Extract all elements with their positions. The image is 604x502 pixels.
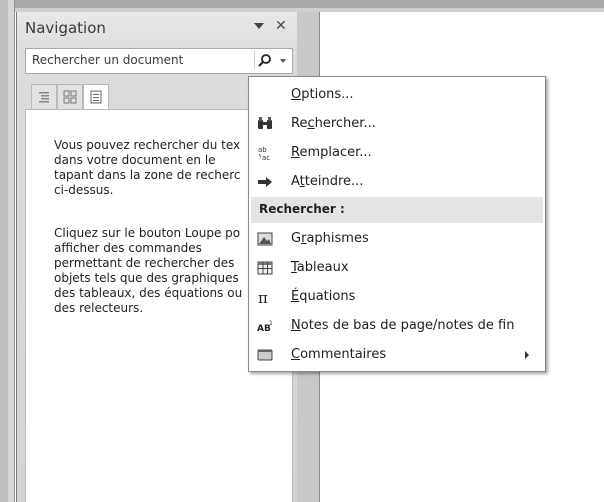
menu-item-tables[interactable]: Tableaux <box>249 254 545 282</box>
menu-item-equations[interactable]: π Équations <box>249 283 545 311</box>
menu-item-label: Remplacer... <box>291 145 372 160</box>
window: Navigation ✕ Rechercher un document Vous… <box>0 0 604 502</box>
replace-icon: ab ac <box>258 146 270 161</box>
results-icon <box>90 90 102 104</box>
binoculars-icon <box>258 117 272 129</box>
menu-item-label: Atteindre... <box>291 174 364 189</box>
tab-results[interactable] <box>83 84 109 111</box>
close-icon[interactable]: ✕ <box>275 19 287 33</box>
pages-icon <box>63 90 77 104</box>
pi-icon: π <box>258 289 268 305</box>
menu-item-replace[interactable]: ab ac Remplacer... <box>249 139 545 167</box>
svg-text:1: 1 <box>269 320 273 327</box>
nav-title: Navigation <box>25 19 106 37</box>
menu-item-options[interactable]: Options... <box>249 81 545 109</box>
submenu-arrow-icon <box>525 351 529 359</box>
chevron-down-icon <box>280 59 286 63</box>
svg-text:ab: ab <box>258 146 267 154</box>
menu-item-label: Commentaires <box>291 347 387 362</box>
search-input[interactable]: Rechercher un document <box>32 53 183 67</box>
nav-header: Navigation ✕ <box>17 12 297 42</box>
menu-item-label: Tableaux <box>291 260 349 275</box>
search-options-button[interactable] <box>276 51 290 70</box>
headings-icon <box>39 92 49 103</box>
menu-item-label: Équations <box>291 289 356 304</box>
search-button[interactable] <box>254 51 275 70</box>
menu-item-graphics[interactable]: Graphismes <box>249 225 545 253</box>
magnifier-icon <box>258 54 271 67</box>
goto-arrow-icon <box>258 177 272 187</box>
menu-item-label: Graphismes <box>291 231 369 246</box>
search-options-menu: Options... Rechercher... ab ac Remplacer… <box>248 76 546 372</box>
menu-item-comments[interactable]: Commentaires <box>249 341 545 369</box>
graphics-icon <box>257 232 273 246</box>
top-border <box>0 0 604 12</box>
comment-icon <box>257 349 273 361</box>
table-icon <box>257 261 273 275</box>
left-border <box>0 0 15 502</box>
menu-item-goto[interactable]: Atteindre... <box>249 168 545 196</box>
pane-options-icon[interactable] <box>253 21 265 31</box>
svg-text:ac: ac <box>262 154 270 161</box>
menu-item-label: Options... <box>291 87 354 102</box>
search-box[interactable]: Rechercher un document <box>25 48 293 74</box>
menu-section-label: Rechercher : <box>259 202 345 216</box>
tab-pages[interactable] <box>57 84 83 110</box>
menu-item-footnotes[interactable]: AB 1 Notes de bas de page/notes de fin <box>249 312 545 340</box>
svg-text:π: π <box>258 289 268 305</box>
footnote-icon: AB 1 <box>257 320 273 334</box>
menu-section-header: Rechercher : <box>251 197 543 223</box>
menu-item-find[interactable]: Rechercher... <box>249 110 545 138</box>
menu-item-label: Rechercher... <box>291 116 376 131</box>
tab-headings[interactable] <box>31 84 57 110</box>
menu-item-label: Notes de bas de page/notes de fin <box>291 318 515 333</box>
